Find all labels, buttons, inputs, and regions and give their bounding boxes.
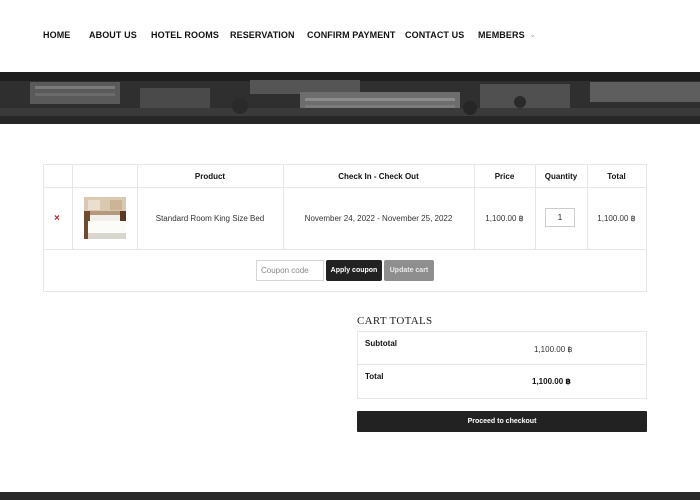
coupon-code-input[interactable] [256,260,324,281]
cart-totals-table: Subtotal 1,100.00 ฿ Total 1,100.00 ฿ [357,331,647,399]
top-navigation: HOME ABOUT US HOTEL ROOMS RESERVATION CO… [0,0,700,72]
header-total: Total [607,172,626,181]
quantity-input[interactable] [545,208,575,227]
nav-contact-us[interactable]: CONTACT US [405,30,464,40]
hero-banner-image [0,72,700,124]
subtotal-value: 1,100.00 ฿ [534,345,573,354]
cart-totals-title: CART TOTALS [357,315,433,327]
cart-table-header: Product Check In - Check Out Price Quant… [44,165,646,188]
check-in-out-dates: November 24, 2022 - November 25, 2022 [304,214,453,223]
nav-members[interactable]: MEMBERS ⌄ [478,30,536,40]
subtotal-row: Subtotal 1,100.00 ฿ [358,332,646,365]
total-label: Total [365,372,384,381]
total-value: 1,100.00 ฿ [532,377,571,386]
item-price: 1,100.00 ฿ [485,214,524,223]
header-product: Product [194,172,226,181]
product-name[interactable]: Standard Room King Size Bed [137,214,283,223]
table-row: × Standard Room King Size Bed November 2… [44,188,646,250]
nav-reservation[interactable]: RESERVATION [230,30,295,40]
chevron-down-icon: ⌄ [529,32,536,39]
subtotal-label: Subtotal [365,339,397,348]
item-total: 1,100.00 ฿ [597,214,636,223]
cart-table: Product Check In - Check Out Price Quant… [43,164,647,292]
remove-item-icon[interactable]: × [54,213,60,224]
update-cart-button[interactable]: Update cart [384,260,434,281]
room-thumbnail-image[interactable] [84,197,126,239]
nav-home[interactable]: HOME [43,30,70,40]
proceed-to-checkout-button[interactable]: Proceed to checkout [357,411,647,432]
footer-bar [0,492,700,500]
apply-coupon-button[interactable]: Apply coupon [326,260,382,281]
header-check-in-out: Check In - Check Out [338,172,419,181]
nav-confirm-payment[interactable]: CONFIRM PAYMENT [307,30,396,40]
nav-hotel-rooms[interactable]: HOTEL ROOMS [151,30,219,40]
nav-members-label: MEMBERS [478,30,525,40]
total-row: Total 1,100.00 ฿ [358,365,646,398]
header-price: Price [494,172,515,181]
header-quantity: Quantity [544,172,578,181]
nav-about-us[interactable]: ABOUT US [89,30,137,40]
